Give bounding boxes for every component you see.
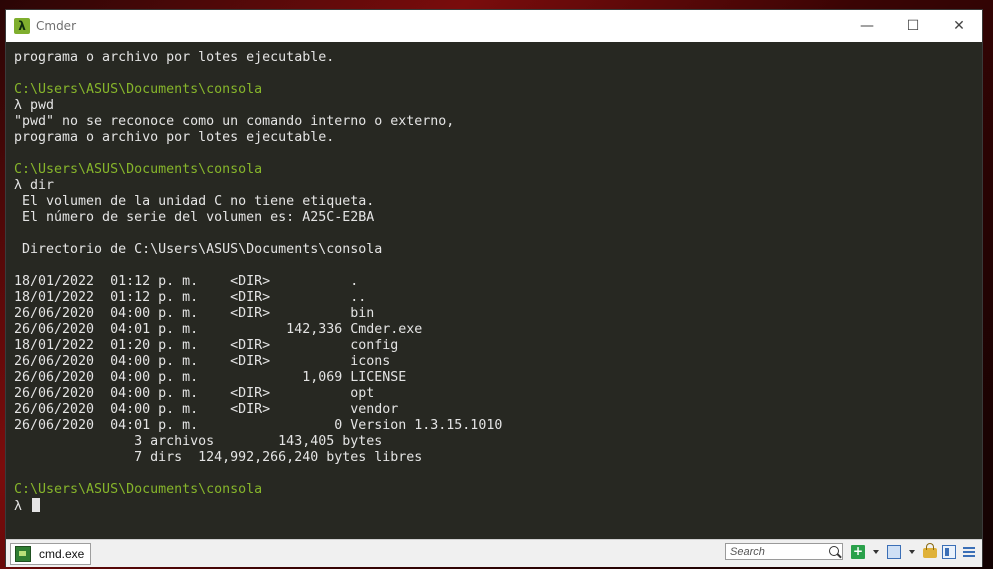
path-line: C:\Users\ASUS\Documents\consola (14, 162, 263, 177)
command-prompt-line: λ dir (14, 178, 55, 193)
output-line: 26/06/2020 04:00 p. m. <DIR> bin (14, 306, 375, 321)
new-console-dropdown-icon[interactable] (873, 550, 879, 554)
output-line: 26/06/2020 04:00 p. m. 1,069 LICENSE (14, 370, 407, 385)
status-bar: cmd.exe Search + (6, 539, 982, 567)
window-controls: — ☐ ✕ (844, 10, 982, 42)
path-line: C:\Users\ASUS\Documents\consola (14, 82, 263, 97)
output-line: 3 archivos 143,405 bytes (14, 434, 383, 449)
output-line: programa o archivo por lotes ejecutable. (14, 50, 335, 65)
minimize-icon: — (860, 18, 874, 34)
minimize-button[interactable]: — (844, 10, 890, 42)
output-line: 26/06/2020 04:01 p. m. 0 Version 1.3.15.… (14, 418, 503, 433)
console-tab-label: cmd.exe (39, 547, 85, 561)
output-line: 26/06/2020 04:01 p. m. 142,336 Cmder.exe (14, 322, 423, 337)
maximize-icon: ☐ (906, 18, 920, 34)
output-line: "pwd" no se reconoce como un comando int… (14, 114, 455, 129)
path-line: C:\Users\ASUS\Documents\consola (14, 482, 263, 497)
output-line: El volumen de la unidad C no tiene etiqu… (14, 194, 375, 209)
output-line: 26/06/2020 04:00 p. m. <DIR> vendor (14, 402, 399, 417)
terminal-cursor (32, 498, 41, 512)
split-icon[interactable] (887, 545, 901, 559)
close-icon: ✕ (953, 18, 965, 34)
console-tab[interactable]: cmd.exe (10, 543, 92, 565)
output-line: 18/01/2022 01:12 p. m. <DIR> .. (14, 290, 367, 305)
terminal-area[interactable]: programa o archivo por lotes ejecutable.… (6, 42, 982, 539)
search-input[interactable]: Search (725, 543, 843, 560)
terminal-output: programa o archivo por lotes ejecutable.… (14, 50, 974, 514)
output-line: 26/06/2020 04:00 p. m. <DIR> opt (14, 386, 375, 401)
command-prompt-line: λ (14, 498, 974, 514)
output-line: 18/01/2022 01:20 p. m. <DIR> config (14, 338, 399, 353)
title-bar[interactable]: λ Cmder — ☐ ✕ (6, 10, 982, 42)
maximize-button[interactable]: ☐ (890, 10, 936, 42)
output-line: 26/06/2020 04:00 p. m. <DIR> icons (14, 354, 391, 369)
output-line: 18/01/2022 01:12 p. m. <DIR> . (14, 274, 359, 289)
new-console-icon[interactable]: + (851, 545, 865, 559)
output-line: 7 dirs 124,992,266,240 bytes libres (14, 450, 423, 465)
menu-icon[interactable] (962, 545, 976, 559)
cmder-lambda-icon[interactable]: λ (14, 18, 30, 34)
output-line: El número de serie del volumen es: A25C-… (14, 210, 375, 225)
window-title: Cmder (36, 19, 77, 33)
command-prompt-line: λ pwd (14, 98, 55, 113)
cmder-window: λ Cmder — ☐ ✕ programa o archivo por lot… (6, 10, 982, 567)
close-button[interactable]: ✕ (936, 10, 982, 42)
output-line: programa o archivo por lotes ejecutable. (14, 130, 335, 145)
search-icon[interactable] (829, 546, 839, 556)
console-tab-icon (15, 546, 31, 562)
layout-icon[interactable] (942, 545, 956, 559)
search-placeholder: Search (730, 546, 765, 558)
lock-icon[interactable] (923, 543, 937, 558)
split-dropdown-icon[interactable] (909, 550, 915, 554)
output-line: Directorio de C:\Users\ASUS\Documents\co… (14, 242, 383, 257)
